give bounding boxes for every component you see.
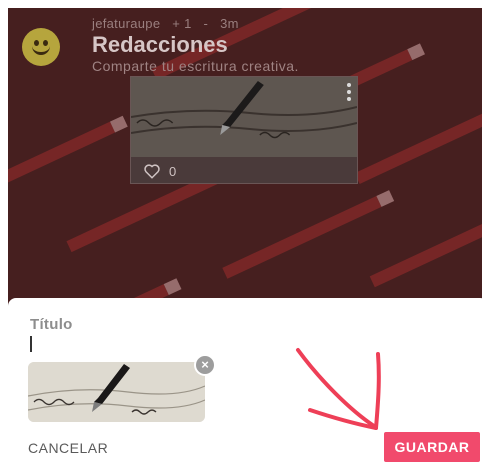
- screen: jefaturaupe + 1 - 3m Redacciones Compart…: [0, 0, 491, 463]
- post-footer: 0: [131, 157, 357, 183]
- like-count: 0: [169, 164, 177, 179]
- community-time: 3m: [220, 16, 239, 31]
- cancel-button[interactable]: CANCELAR: [28, 440, 108, 456]
- community-title: Redacciones: [92, 32, 228, 57]
- text-caret: [30, 336, 32, 352]
- close-icon[interactable]: ×: [194, 354, 216, 376]
- more-vertical-icon[interactable]: [347, 83, 351, 101]
- community-members: + 1: [172, 16, 192, 31]
- attached-image[interactable]: [28, 362, 205, 422]
- title-label: Título: [30, 316, 73, 333]
- heart-outline-icon[interactable]: [143, 162, 161, 180]
- smiley-face-icon[interactable]: [22, 28, 60, 66]
- attached-image-graphic: [28, 362, 205, 422]
- post-card[interactable]: 0: [130, 76, 358, 184]
- community-header: jefaturaupe + 1 - 3m Redacciones Compart…: [22, 10, 462, 80]
- community-user[interactable]: jefaturaupe: [92, 16, 160, 31]
- title-input[interactable]: [28, 334, 288, 354]
- post-editor-sheet: Título × CANCELAR GUARDAR: [8, 298, 488, 463]
- community-meta: jefaturaupe + 1 - 3m: [92, 16, 247, 31]
- community-subtitle: Comparte tu escritura creativa.: [92, 58, 299, 74]
- annotation-arrow-icon: [296, 348, 381, 430]
- meta-separator: -: [203, 16, 209, 31]
- post-image: [131, 77, 357, 157]
